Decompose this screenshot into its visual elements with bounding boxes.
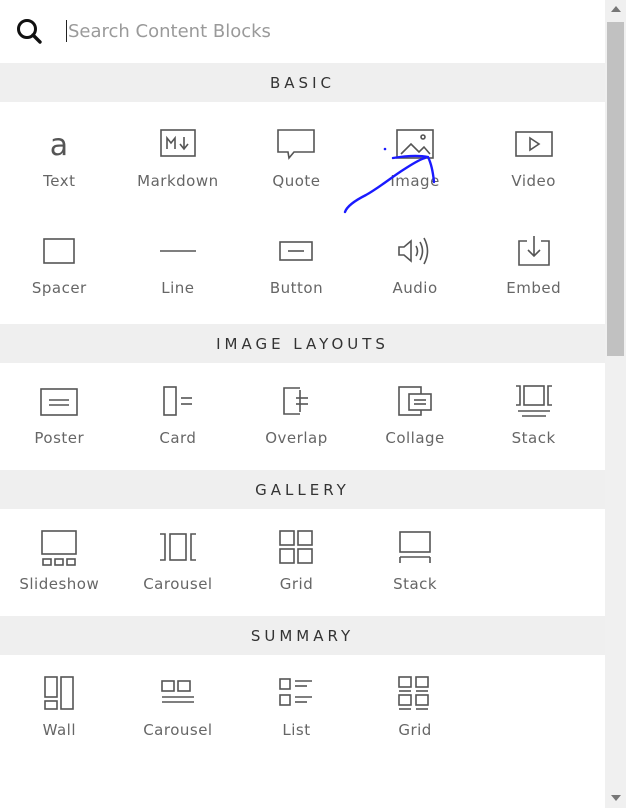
- block-grid: Poster Card Overlap Collage Stack: [0, 363, 605, 470]
- block-tile-button[interactable]: Button: [237, 213, 356, 320]
- text-caret: [66, 20, 67, 42]
- block-tile-embed[interactable]: Embed: [474, 213, 593, 320]
- overlap-icon: [283, 387, 309, 415]
- block-label: Stack: [511, 429, 556, 447]
- block-grid: Wall Carousel List Grid: [0, 655, 605, 762]
- card-icon: [163, 386, 192, 416]
- block-tile-carousel[interactable]: Carousel: [119, 509, 238, 616]
- slideshow-icon: [41, 530, 78, 566]
- block-label: Spacer: [31, 279, 87, 297]
- block-label: Text: [43, 172, 76, 190]
- block-label: Stack: [393, 575, 438, 593]
- block-tile-quote[interactable]: Quote: [237, 106, 356, 213]
- block-label: Image: [390, 172, 440, 190]
- text-icon: a: [50, 128, 68, 163]
- summary-carousel-icon: [161, 680, 194, 703]
- block-tile-wall[interactable]: Wall: [0, 655, 119, 762]
- section-header: BASIC: [0, 63, 605, 102]
- button-icon: [279, 241, 314, 261]
- svg-text:a: a: [50, 128, 68, 163]
- block-label: Collage: [385, 429, 445, 447]
- embed-icon: [517, 236, 550, 266]
- search-bar: [0, 0, 605, 63]
- quote-icon: [277, 129, 316, 160]
- block-tile-spacer[interactable]: Spacer: [0, 213, 119, 320]
- content-blocks-list: BASIC a Text Markdown Quote Image Video Spacer L…: [0, 63, 605, 762]
- block-grid: a Text Markdown Quote Image Video Spacer Line Bu…: [0, 102, 605, 324]
- block-tile-markdown[interactable]: Markdown: [119, 106, 238, 213]
- section-header: IMAGE LAYOUTS: [0, 324, 605, 363]
- block-label: Carousel: [143, 721, 213, 739]
- line-icon: [159, 250, 196, 252]
- search-icon: [17, 19, 42, 44]
- summary-grid-icon: [398, 676, 429, 710]
- block-label: Grid: [279, 575, 314, 593]
- wall-icon: [44, 676, 75, 710]
- carousel-icon: [159, 533, 196, 561]
- block-tile-stack[interactable]: Stack: [356, 509, 475, 616]
- block-tile-poster[interactable]: Poster: [0, 363, 119, 470]
- block-label: Grid: [398, 721, 432, 739]
- block-label: Wall: [42, 721, 76, 739]
- section-image-layouts: IMAGE LAYOUTS Poster Card Overlap Collage Sta…: [0, 324, 605, 470]
- stack-icon: [515, 385, 552, 417]
- block-tile-card[interactable]: Card: [119, 363, 238, 470]
- block-label: Quote: [272, 172, 321, 190]
- section-header: SUMMARY: [0, 616, 605, 655]
- block-label: Carousel: [143, 575, 213, 593]
- section-basic: BASIC a Text Markdown Quote Image Video Spacer L…: [0, 63, 605, 324]
- block-grid: Slideshow Carousel Grid Stack: [0, 509, 605, 616]
- block-label: Embed: [506, 279, 562, 297]
- block-tile-video[interactable]: Video: [474, 106, 593, 213]
- audio-icon: [398, 237, 429, 265]
- spacer-icon: [43, 238, 76, 264]
- block-label: Audio: [392, 279, 438, 297]
- block-label: Line: [161, 279, 195, 297]
- block-tile-line[interactable]: Line: [119, 213, 238, 320]
- collage-icon: [398, 386, 432, 416]
- block-tile-image[interactable]: Image: [356, 106, 475, 213]
- block-tile-carousel[interactable]: Carousel: [119, 655, 238, 762]
- section-summary: SUMMARY Wall Carousel List Grid: [0, 616, 605, 762]
- video-icon: [514, 131, 553, 157]
- block-label: Video: [511, 172, 556, 190]
- gallery-stack-icon: [399, 531, 431, 563]
- block-tile-slideshow[interactable]: Slideshow: [0, 509, 119, 616]
- block-tile-list[interactable]: List: [237, 655, 356, 762]
- poster-icon: [40, 388, 79, 416]
- block-label: Card: [159, 429, 197, 447]
- block-tile-grid[interactable]: Grid: [237, 509, 356, 616]
- block-label: Markdown: [137, 172, 219, 190]
- block-tile-stack[interactable]: Stack: [474, 363, 593, 470]
- search-input[interactable]: [64, 18, 588, 44]
- block-tile-overlap[interactable]: Overlap: [237, 363, 356, 470]
- image-icon: [396, 129, 434, 159]
- section-header: GALLERY: [0, 470, 605, 509]
- grid-icon: [279, 530, 314, 564]
- block-tile-collage[interactable]: Collage: [356, 363, 475, 470]
- block-label: List: [282, 721, 311, 739]
- markdown-icon: [160, 129, 196, 157]
- scroll-down-arrow[interactable]: [611, 795, 621, 801]
- section-gallery: GALLERY Slideshow Carousel Grid Stack: [0, 470, 605, 616]
- block-label: Poster: [34, 429, 85, 447]
- block-tile-audio[interactable]: Audio: [356, 213, 475, 320]
- block-label: Button: [269, 279, 324, 297]
- block-label: Overlap: [265, 429, 328, 447]
- block-tile-text[interactable]: a Text: [0, 106, 119, 213]
- block-tile-grid[interactable]: Grid: [356, 655, 475, 762]
- list-icon: [279, 678, 313, 706]
- scrollbar-thumb[interactable]: [607, 22, 624, 356]
- scroll-up-arrow[interactable]: [611, 6, 621, 12]
- block-label: Slideshow: [19, 575, 100, 593]
